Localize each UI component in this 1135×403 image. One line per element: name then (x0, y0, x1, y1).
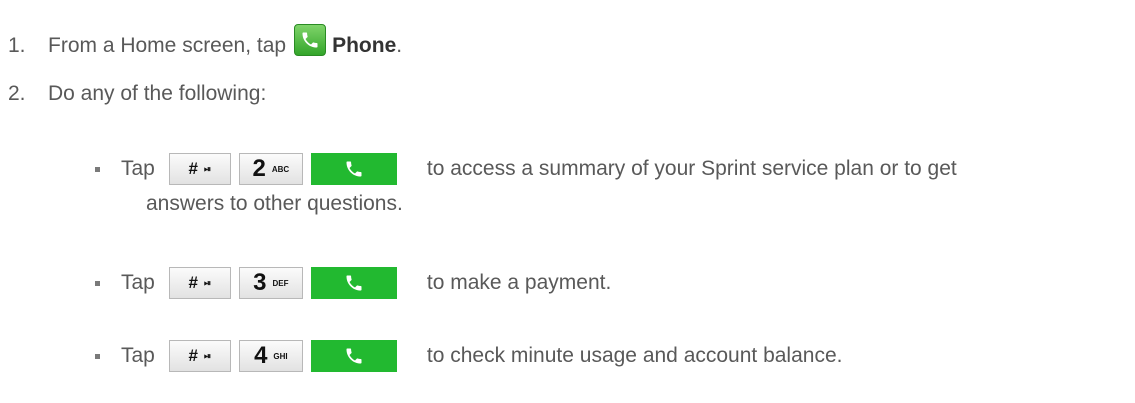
step-number: 2. (8, 82, 26, 105)
call-key (310, 153, 397, 185)
hash-key: # ⏯ (168, 267, 231, 299)
letters-label: ABC (271, 164, 290, 174)
phone-app-icon (294, 24, 327, 56)
step-number: 1. (8, 34, 26, 57)
phone-handset-icon (302, 32, 318, 48)
hash-key: # ⏯ (168, 340, 231, 372)
step-text: From a Home screen, tap (48, 34, 287, 57)
hash-key: # ⏯ (168, 153, 231, 185)
tap-label: Tap (121, 344, 155, 367)
pause-icon: ⏯ (203, 350, 212, 361)
digit-label: 4 (254, 342, 268, 369)
item-description-continued: answers to other questions. (146, 192, 403, 215)
list-item: Tap # ⏯ 4 GHI to check minute usage and … (0, 340, 842, 372)
digit-label: 2 (252, 155, 266, 182)
item-description: to access a summary of your Sprint servi… (426, 157, 957, 180)
hash-key-label: # (188, 273, 198, 292)
digit-label: 3 (253, 269, 267, 296)
list-item: Tap # ⏯ 3 DEF to make a payment. (0, 267, 611, 299)
step-1: 1. From a Home screen, tap Phone . (8, 24, 403, 62)
letters-label: DEF (272, 278, 289, 288)
digit-key-3: 3 DEF (238, 267, 303, 299)
item-description: to check minute usage and account balanc… (426, 344, 843, 367)
bullet (95, 353, 100, 359)
step-text-end: . (396, 34, 403, 57)
hash-key-label: # (188, 159, 198, 178)
bullet (95, 280, 100, 286)
tap-label: Tap (121, 271, 155, 294)
digit-key-4: 4 GHI (238, 340, 303, 372)
pause-icon: ⏯ (203, 277, 212, 288)
phone-handset-icon (346, 348, 362, 364)
call-key (310, 267, 397, 299)
list-item: Tap # ⏯ 2 ABC to access a summary of you… (0, 153, 957, 185)
step-2: 2. Do any of the following: (8, 82, 266, 106)
bullet (95, 166, 100, 172)
call-key (310, 340, 397, 372)
phone-handset-icon (346, 161, 362, 177)
item-description: to make a payment. (426, 271, 612, 294)
pause-icon: ⏯ (203, 163, 212, 174)
phone-app-label: Phone (332, 34, 397, 57)
hash-key-label: # (188, 346, 198, 365)
digit-key-2: 2 ABC (238, 153, 303, 185)
tap-label: Tap (121, 157, 155, 180)
phone-handset-icon (346, 275, 362, 291)
letters-label: GHI (273, 351, 288, 361)
step-text: Do any of the following: (48, 82, 267, 105)
